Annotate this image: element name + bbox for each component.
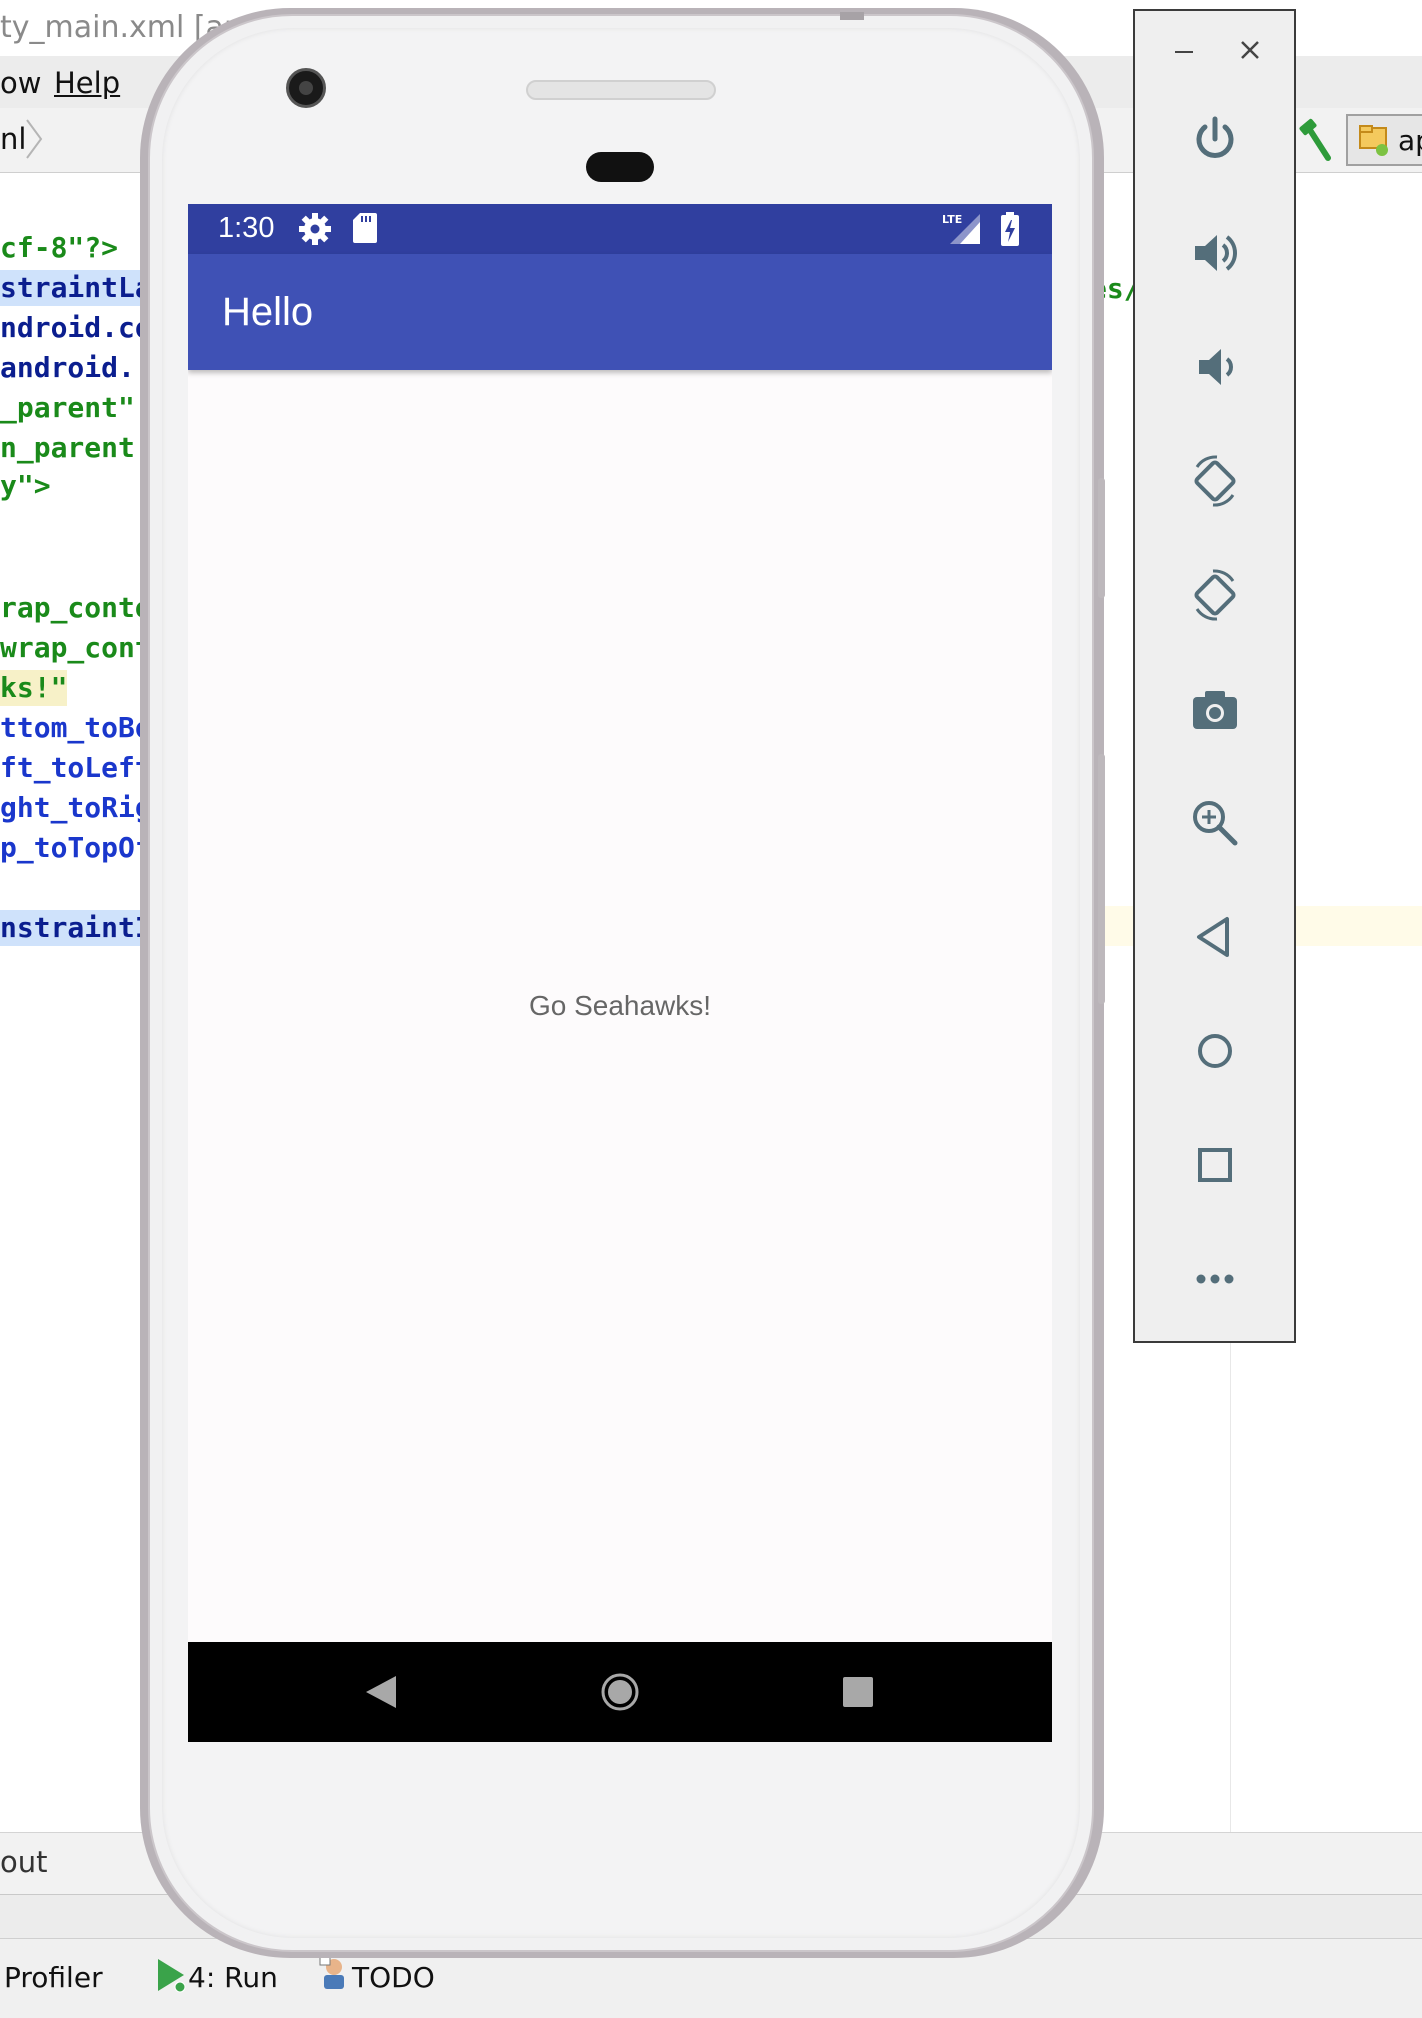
settings-gear-icon — [299, 213, 331, 245]
back-button[interactable] — [1183, 905, 1247, 969]
code-line[interactable]: _parent" — [0, 390, 135, 426]
power-icon — [1196, 116, 1234, 158]
volume-down-button[interactable] — [1183, 335, 1247, 399]
code-line[interactable]: n_parent' — [0, 430, 152, 466]
phone-volume-button[interactable] — [1098, 754, 1105, 1004]
close-icon[interactable] — [1235, 35, 1265, 65]
phone-sensor — [586, 152, 654, 182]
code-line[interactable]: p_toTopOf — [0, 830, 152, 866]
code-line[interactable]: ttom_toBo — [0, 710, 152, 746]
lte-label: LTE — [942, 213, 962, 226]
zoom-icon — [1193, 801, 1238, 846]
code-line[interactable]: straintLa — [0, 270, 152, 306]
volume-up-icon — [1195, 235, 1237, 271]
emulator-screen[interactable]: 1:30 LTE Hello Go Seahawks! — [188, 204, 1052, 1742]
battery-charging-icon — [1001, 212, 1019, 246]
android-navigation-bar — [188, 1642, 1052, 1742]
code-line[interactable]: y"> — [0, 468, 51, 504]
nav-back-icon[interactable] — [364, 1674, 398, 1710]
overview-button[interactable] — [1183, 1133, 1247, 1197]
rotate-right-icon — [1194, 569, 1236, 621]
overview-icon — [1198, 1148, 1232, 1182]
code-line[interactable]: nstraintI — [0, 910, 152, 946]
emulator-control-panel — [1133, 9, 1296, 1343]
minimize-icon[interactable] — [1169, 35, 1199, 65]
volume-down-icon — [1199, 349, 1233, 385]
camera-icon — [1193, 691, 1237, 729]
code-line[interactable]: android. — [0, 350, 135, 386]
build-hammer-icon[interactable] — [1296, 118, 1332, 162]
home-button[interactable] — [1183, 1019, 1247, 1083]
screenshot-button[interactable] — [1183, 677, 1247, 741]
rotate-left-button[interactable] — [1183, 449, 1247, 513]
code-line[interactable]: ndroid.co — [0, 310, 152, 346]
bottom-panel-label[interactable]: out — [0, 1845, 48, 1879]
rotate-left-icon — [1194, 455, 1236, 507]
front-camera-icon — [286, 68, 326, 108]
hello-text-view: Go Seahawks! — [528, 990, 712, 1021]
code-line[interactable]: rap_conte — [0, 590, 152, 626]
sd-card-icon — [353, 213, 377, 243]
home-icon — [1198, 1034, 1232, 1068]
nav-home-icon[interactable] — [600, 1672, 640, 1712]
power-button[interactable] — [1183, 107, 1247, 171]
menu-help[interactable]: Help — [54, 66, 120, 100]
code-line[interactable]: ght_toRig — [0, 790, 152, 826]
run-config-selector[interactable]: ap — [1346, 114, 1422, 166]
back-icon — [1197, 917, 1229, 957]
menu-window[interactable]: ow — [0, 66, 41, 100]
nav-overview-icon[interactable] — [842, 1676, 874, 1708]
run-icon — [158, 1959, 186, 1993]
app-title: Hello — [222, 290, 314, 334]
phone-power-button[interactable] — [1098, 478, 1105, 598]
run-config-label: ap — [1398, 124, 1422, 157]
tool-window-profiler[interactable]: Profiler — [4, 1961, 103, 1994]
code-line[interactable]: wrap_cont — [0, 630, 152, 666]
tool-window-run[interactable]: 4: Run — [188, 1961, 278, 1994]
phone-speaker-grille — [526, 80, 716, 100]
phone-top-button[interactable] — [840, 12, 864, 20]
lte-signal-icon: LTE — [942, 213, 980, 244]
rotate-right-button[interactable] — [1183, 563, 1247, 627]
code-line[interactable]: ks!" — [0, 670, 68, 706]
menu-help-label: Help — [54, 66, 121, 100]
code-line[interactable]: cf-8"?> — [0, 230, 118, 266]
zoom-button[interactable] — [1183, 791, 1247, 855]
app-module-icon — [1359, 125, 1388, 156]
app-toolbar: Hello — [188, 254, 1052, 370]
breadcrumb-chevron-icon — [26, 119, 43, 159]
tool-window-todo[interactable]: TODO — [352, 1961, 435, 1994]
volume-up-button[interactable] — [1183, 221, 1247, 285]
android-status-bar: 1:30 LTE — [188, 204, 1052, 254]
breadcrumb[interactable]: nl — [0, 122, 26, 156]
more-icon — [1196, 1274, 1234, 1284]
more-button[interactable] — [1183, 1247, 1247, 1311]
code-line[interactable]: ft_toLeft — [0, 750, 152, 786]
todo-icon — [319, 1956, 344, 1989]
status-time: 1:30 — [218, 212, 275, 244]
